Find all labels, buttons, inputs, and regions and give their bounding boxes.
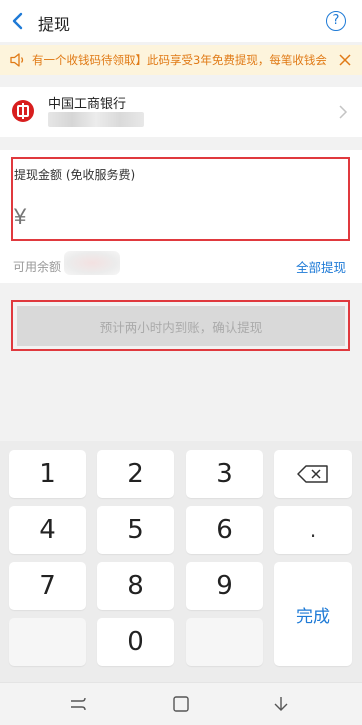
numeric-keypad: 1 2 3 4 5 6 . 7 8 9 完成 0 — [0, 441, 362, 682]
chevron-right-icon — [339, 105, 348, 119]
nav-home-icon[interactable] — [170, 694, 192, 714]
withdraw-all-link[interactable]: 全部提现 — [296, 257, 346, 276]
bank-name: 中国工商银行 — [48, 97, 127, 112]
key-4[interactable]: 4 — [9, 506, 86, 554]
keypad-blank — [186, 618, 263, 666]
key-1[interactable]: 1 — [9, 450, 86, 498]
keypad-blank — [9, 618, 86, 666]
key-9[interactable]: 9 — [186, 562, 263, 610]
question-circle-icon[interactable]: ? — [326, 11, 346, 31]
balance-value-masked — [64, 251, 120, 275]
key-6[interactable]: 6 — [186, 506, 263, 554]
decimal-point-key[interactable]: . — [274, 506, 352, 554]
nav-recent-icon[interactable] — [67, 694, 89, 714]
notice-banner[interactable]: 有一个收钱码待领取】此码享受3年免费提现，每笔收钱会 — [0, 45, 362, 75]
done-button[interactable]: 完成 — [274, 562, 352, 666]
key-7[interactable]: 7 — [9, 562, 86, 610]
amount-highlight-box — [11, 157, 350, 241]
close-icon[interactable] — [338, 53, 352, 67]
top-bar: 提现 ? — [0, 0, 362, 42]
system-nav-bar — [0, 682, 362, 725]
bank-account-masked — [48, 112, 144, 127]
balance-label: 可用余额 — [13, 260, 62, 274]
key-0[interactable]: 0 — [97, 618, 174, 666]
page-title: 提现 — [38, 15, 71, 34]
chevron-left-icon[interactable] — [8, 11, 28, 31]
backspace-key[interactable] — [274, 450, 352, 498]
confirm-withdraw-button[interactable]: 预计两小时内到账，确认提现 — [17, 306, 345, 346]
notice-text: 有一个收钱码待领取】此码享受3年免费提现，每笔收钱会 — [32, 53, 327, 67]
backspace-icon — [297, 465, 328, 483]
bank-card-selector[interactable]: 中国工商银行 — [0, 87, 362, 137]
nav-back-icon[interactable] — [270, 694, 292, 714]
icbc-logo-icon — [12, 100, 34, 122]
key-8[interactable]: 8 — [97, 562, 174, 610]
speaker-icon — [10, 53, 24, 67]
key-3[interactable]: 3 — [186, 450, 263, 498]
key-5[interactable]: 5 — [97, 506, 174, 554]
key-2[interactable]: 2 — [97, 450, 174, 498]
